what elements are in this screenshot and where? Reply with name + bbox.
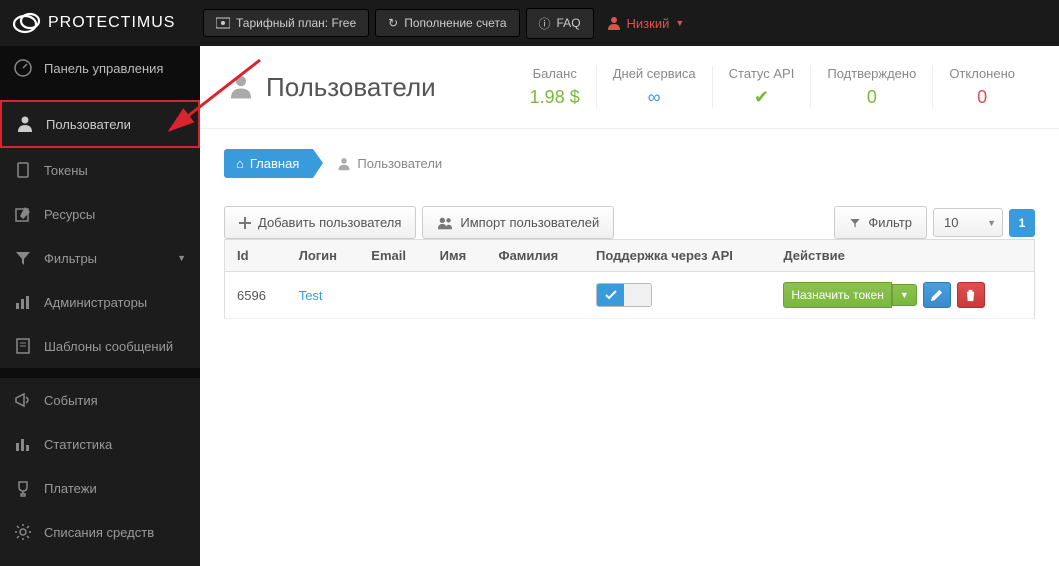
- import-users-button[interactable]: Импорт пользователей: [422, 206, 614, 239]
- table-row: 6596 Test Назначить токен ▼: [225, 272, 1035, 319]
- cell-email: [359, 272, 427, 319]
- col-email: Email: [359, 240, 427, 272]
- cell-surname: [486, 272, 584, 319]
- cell-login-link[interactable]: Test: [299, 288, 323, 303]
- col-login: Логин: [287, 240, 360, 272]
- sidebar-item-label: Ресурсы: [44, 207, 95, 222]
- assign-token-button[interactable]: Назначить токен: [783, 282, 892, 308]
- col-api: Поддержка через API: [584, 240, 771, 272]
- sidebar-item-tokens[interactable]: Токены: [0, 148, 200, 192]
- trash-icon: [964, 289, 977, 302]
- money-icon: [216, 17, 230, 29]
- sidebar-item-charges[interactable]: Списания средств: [0, 510, 200, 554]
- chart-icon: [14, 293, 32, 311]
- sidebar-item-label: Статистика: [44, 437, 112, 452]
- edit-button[interactable]: [923, 282, 951, 308]
- infinity-icon: ∞: [613, 87, 696, 108]
- breadcrumb-current: Пользователи: [313, 149, 456, 178]
- users-table: Id Логин Email Имя Фамилия Поддержка чер…: [224, 239, 1035, 319]
- col-id: Id: [225, 240, 287, 272]
- plus-icon: [239, 217, 251, 229]
- sidebar-item-events[interactable]: События: [0, 378, 200, 422]
- chevron-down-icon: ▼: [177, 253, 186, 263]
- col-action: Действие: [771, 240, 1034, 272]
- stats-icon: [14, 435, 32, 453]
- sidebar-item-label: Платежи: [44, 481, 97, 496]
- sidebar-item-templates[interactable]: Шаблоны сообщений: [0, 324, 200, 368]
- page-title: Пользователи: [228, 72, 436, 103]
- sidebar-item-payments[interactable]: Платежи: [0, 466, 200, 510]
- user-menu[interactable]: Низкий ▼: [607, 16, 685, 31]
- col-name: Имя: [428, 240, 487, 272]
- sidebar: Панель управления Пользователи Токены Ре…: [0, 46, 200, 566]
- breadcrumb-home[interactable]: ⌂ Главная: [224, 149, 313, 178]
- trophy-icon: [14, 479, 32, 497]
- api-toggle[interactable]: [596, 283, 652, 307]
- brand-logo: PROTECTIMUS: [0, 11, 200, 35]
- breadcrumb: ⌂ Главная Пользователи: [224, 149, 1035, 178]
- info-icon: ⓘ: [539, 15, 551, 32]
- stat-rejected: Отклонено 0: [932, 66, 1031, 108]
- filter-icon: [849, 217, 861, 229]
- sidebar-item-label: Токены: [44, 163, 88, 178]
- user-icon: [16, 115, 34, 133]
- document-icon: [14, 337, 32, 355]
- user-icon: [228, 74, 254, 100]
- users-icon: [437, 216, 453, 230]
- megaphone-icon: [14, 391, 32, 409]
- sidebar-item-filters[interactable]: Фильтры ▼: [0, 236, 200, 280]
- home-icon: ⌂: [236, 156, 244, 171]
- sidebar-item-users[interactable]: Пользователи: [0, 100, 200, 148]
- dashboard-icon: [14, 59, 32, 77]
- assign-token-dropdown[interactable]: ▼: [892, 284, 917, 306]
- sidebar-item-statistics[interactable]: Статистика: [0, 422, 200, 466]
- toolbar: Добавить пользователя Импорт пользовател…: [224, 206, 1035, 239]
- cell-id: 6596: [225, 272, 287, 319]
- filter-icon: [14, 249, 32, 267]
- stats-bar: Баланс 1.98 $ Дней сервиса ∞ Статус API …: [514, 66, 1031, 108]
- sidebar-item-label: Шаблоны сообщений: [44, 339, 173, 354]
- stat-balance: Баланс 1.98 $: [514, 66, 596, 108]
- delete-button[interactable]: [957, 282, 985, 308]
- sidebar-item-label: Списания средств: [44, 525, 154, 540]
- gear-icon: [14, 523, 32, 541]
- topbar: PROTECTIMUS Тарифный план: Free ↻ Пополн…: [0, 0, 1059, 46]
- stat-confirmed: Подтверждено 0: [810, 66, 932, 108]
- chevron-down-icon: ▼: [987, 218, 996, 228]
- main-content: Пользователи Баланс 1.98 $ Дней сервиса …: [200, 46, 1059, 566]
- sidebar-item-label: События: [44, 393, 98, 408]
- pagesize-select[interactable]: 10 ▼: [933, 208, 1003, 237]
- sidebar-item-dashboard[interactable]: Панель управления: [0, 46, 200, 90]
- check-icon: [605, 289, 617, 301]
- topup-button[interactable]: ↻ Пополнение счета: [375, 9, 519, 37]
- stat-days: Дней сервиса ∞: [596, 66, 712, 108]
- user-icon: [607, 16, 621, 30]
- sidebar-item-resources[interactable]: Ресурсы: [0, 192, 200, 236]
- tariff-plan-button[interactable]: Тарифный план: Free: [203, 9, 369, 37]
- page-number-badge[interactable]: 1: [1009, 209, 1035, 237]
- filter-button[interactable]: Фильтр: [834, 206, 927, 239]
- token-icon: [14, 161, 32, 179]
- faq-button[interactable]: ⓘ FAQ: [526, 8, 594, 39]
- check-icon: ✔: [729, 87, 795, 108]
- page-header: Пользователи Баланс 1.98 $ Дней сервиса …: [200, 46, 1059, 129]
- sidebar-item-label: Фильтры: [44, 251, 97, 266]
- logo-icon: [12, 11, 42, 35]
- stat-api: Статус API ✔: [712, 66, 811, 108]
- sidebar-item-label: Пользователи: [46, 117, 131, 132]
- chevron-down-icon: ▼: [675, 18, 684, 28]
- edit-icon: [14, 205, 32, 223]
- refresh-icon: ↻: [388, 16, 398, 30]
- sidebar-item-admins[interactable]: Администраторы: [0, 280, 200, 324]
- user-icon: [337, 157, 351, 171]
- cell-name: [428, 272, 487, 319]
- sidebar-item-label: Администраторы: [44, 295, 147, 310]
- add-user-button[interactable]: Добавить пользователя: [224, 206, 416, 239]
- pencil-icon: [930, 289, 943, 302]
- sidebar-item-label: Панель управления: [44, 61, 163, 76]
- col-surname: Фамилия: [486, 240, 584, 272]
